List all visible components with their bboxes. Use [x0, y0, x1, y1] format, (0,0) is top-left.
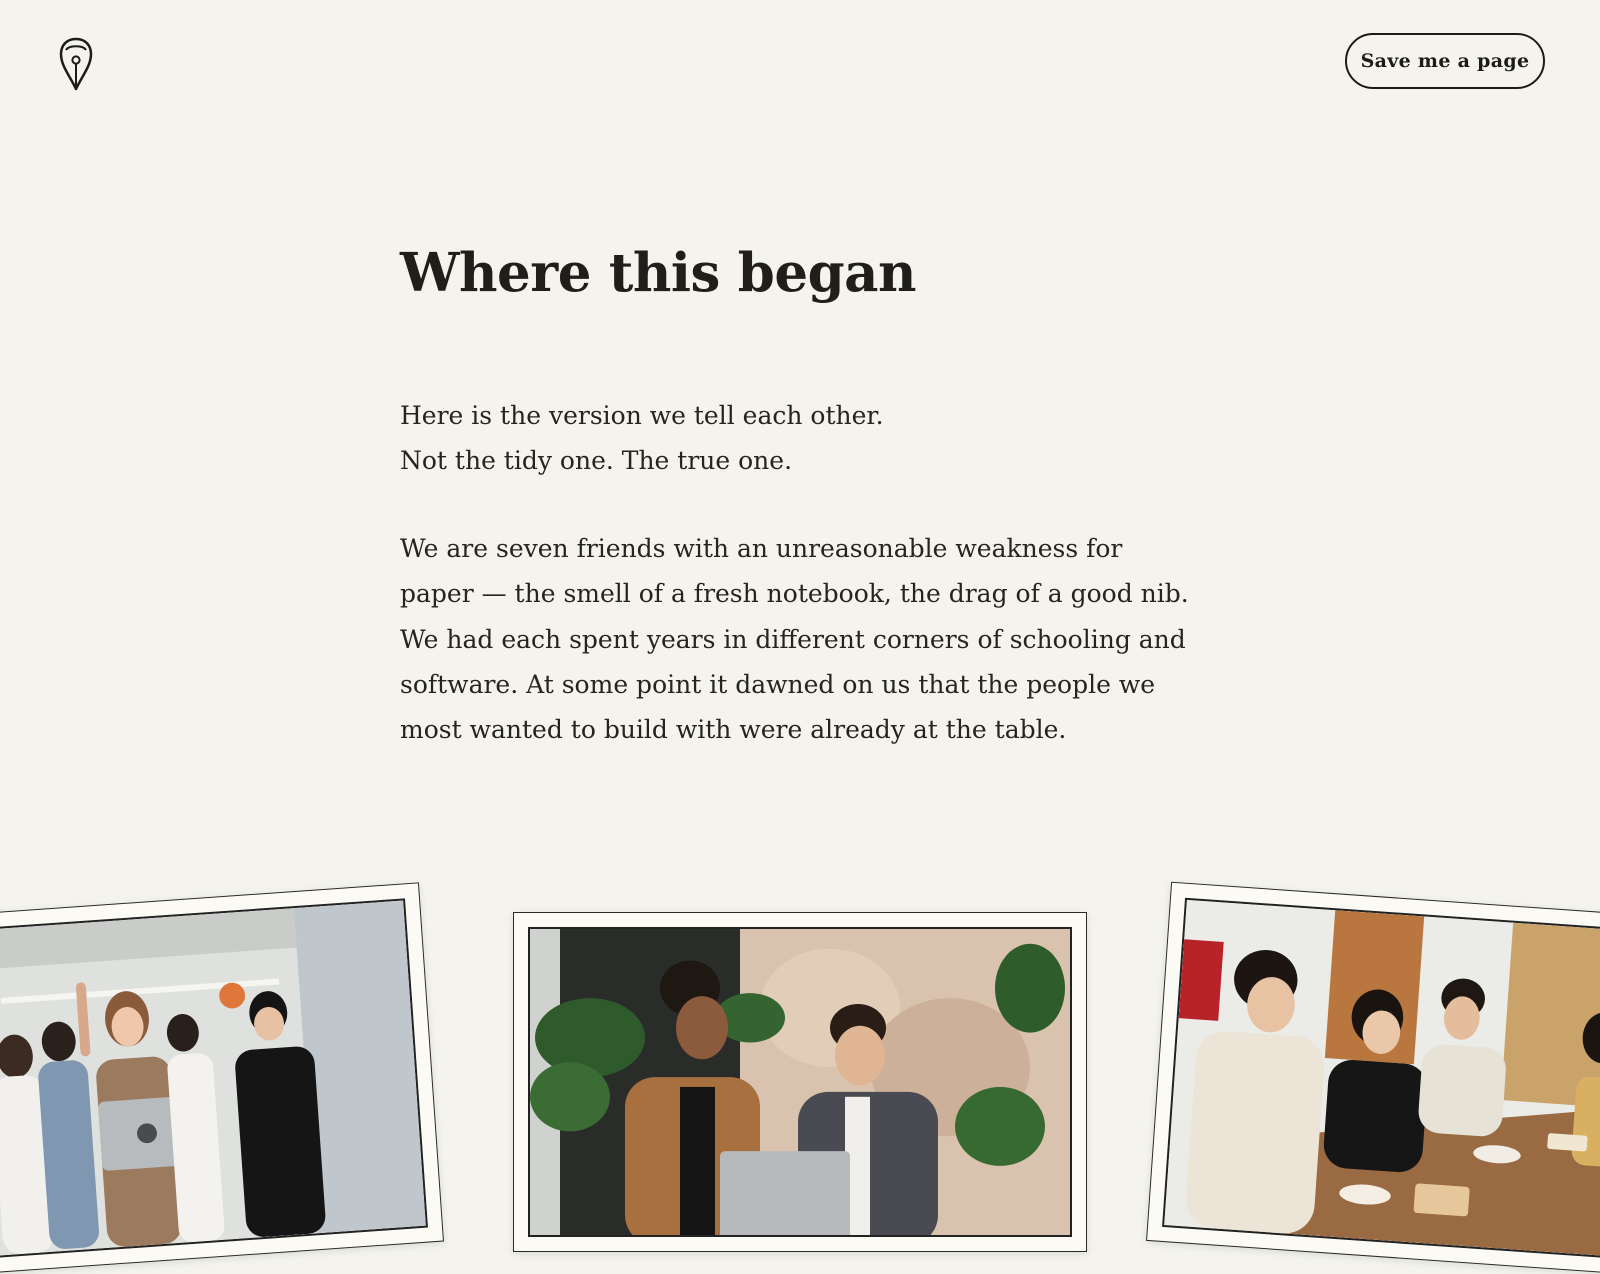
photo-colleagues-at-laptop	[513, 912, 1087, 1252]
colleagues-at-laptop-image	[528, 927, 1072, 1237]
intro-line: Not the tidy one. The true one.	[400, 446, 793, 475]
fountain-pen-nib-icon[interactable]	[58, 36, 94, 92]
team-celebrating-image	[0, 898, 428, 1258]
intro-paragraph: Here is the version we tell each other. …	[400, 393, 1200, 483]
photo-friends-at-table	[1146, 881, 1600, 1274]
page-title: Where this began	[400, 242, 917, 304]
friends-at-table-image	[1162, 897, 1600, 1259]
intro-line: Here is the version we tell each other.	[400, 401, 884, 430]
story-section: Where this began Here is the version we …	[400, 238, 1200, 752]
photo-team-celebrating	[0, 882, 444, 1274]
story-paragraph: We are seven friends with an unreasonabl…	[400, 534, 1189, 745]
save-me-a-page-button[interactable]: Save me a page	[1345, 33, 1545, 89]
